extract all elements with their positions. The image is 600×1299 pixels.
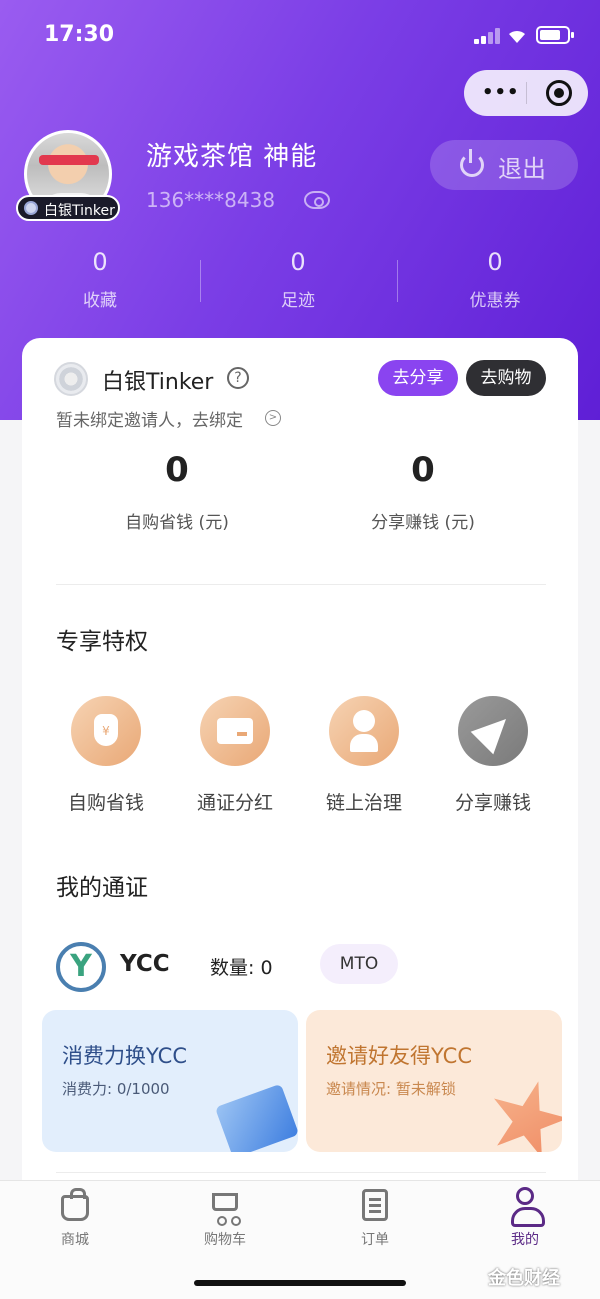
status-time: 17:30 (44, 22, 115, 47)
stat-label: 足迹 (281, 291, 315, 311)
close-target-icon[interactable] (546, 80, 572, 106)
star-icon (479, 1071, 562, 1152)
order-doc-icon (362, 1189, 388, 1221)
perk-token-dividend[interactable]: 通证分红 (180, 696, 290, 815)
bag-icon (61, 1188, 89, 1221)
logout-label: 退出 (498, 155, 546, 183)
promo-subtitle: 邀请情况: 暂未解锁 (326, 1080, 456, 1098)
watermark: 金色财经 (488, 1268, 560, 1289)
stat-footprints[interactable]: 0 足迹 (238, 248, 358, 311)
stat-value: 0 (290, 248, 306, 276)
stat-value: 0 (92, 248, 108, 276)
token-name: YCC (120, 951, 170, 977)
tab-label: 商城 (61, 1232, 89, 1248)
promo-title: 邀请好友得YCC (326, 1044, 473, 1068)
perk-label: 链上治理 (325, 792, 402, 814)
stat-label: 优惠券 (469, 291, 521, 311)
perk-label: 通证分红 (196, 792, 273, 814)
person-icon (350, 710, 378, 752)
member-card: 白银Tinker ? 去分享 去购物 暂未绑定邀请人，去绑定 > 0 自购省钱 … (22, 338, 578, 1298)
share-button[interactable]: 去分享 (378, 360, 458, 396)
user-icon (511, 1187, 545, 1227)
tab-orders[interactable]: 订单 (325, 1187, 425, 1249)
tab-mine[interactable]: 我的 (475, 1187, 575, 1249)
gem-icon (24, 201, 38, 215)
more-icon[interactable]: ••• (482, 82, 520, 103)
tab-cart[interactable]: 购物车 (175, 1187, 275, 1249)
level-badge: 白银Tinker (16, 195, 120, 221)
perk-label: 分享赚钱 (454, 792, 531, 814)
silver-medal-icon (54, 362, 88, 396)
username: 游戏茶馆 神能 (146, 142, 318, 172)
stat-favorites[interactable]: 0 收藏 (40, 248, 160, 311)
perk-circle (200, 696, 270, 766)
stats-divider (397, 260, 398, 302)
send-icon (470, 707, 518, 755)
savings-value: 0 (165, 450, 189, 490)
token-quantity: 数量: 0 (210, 957, 273, 979)
bind-inviter-link[interactable]: 暂未绑定邀请人，去绑定 (56, 406, 243, 431)
promo-invite-friends[interactable]: 邀请好友得YCC 邀请情况: 暂未解锁 (306, 1010, 562, 1152)
tab-label: 我的 (511, 1232, 539, 1248)
stat-label: 收藏 (83, 291, 117, 311)
avatar-headband (39, 155, 99, 165)
wifi-icon (509, 30, 525, 43)
chevron-right-icon[interactable]: > (265, 410, 281, 426)
mto-tag[interactable]: MTO (320, 944, 398, 984)
stats-row: 0 收藏 0 足迹 0 优惠券 (0, 248, 600, 318)
tab-label: 购物车 (204, 1232, 246, 1248)
power-icon (460, 149, 484, 177)
miniprogram-capsule: ••• (464, 70, 588, 116)
perk-label: 自购省钱 (67, 792, 144, 814)
self-savings: 0 自购省钱 (元) (52, 450, 302, 533)
logout-button[interactable]: 退出 (430, 140, 578, 190)
divider (56, 584, 546, 585)
home-indicator[interactable] (194, 1280, 406, 1286)
promo-title: 消费力换YCC (62, 1044, 188, 1068)
eye-icon[interactable] (304, 191, 330, 209)
share-earnings: 0 分享赚钱 (元) (298, 450, 548, 533)
cart-icon (212, 1193, 238, 1226)
perk-circle: ¥ (71, 696, 141, 766)
signal-icon (474, 28, 502, 44)
perk-self-savings[interactable]: ¥ 自购省钱 (51, 696, 161, 815)
earnings-label: 分享赚钱 (元) (371, 513, 475, 533)
stat-coupons[interactable]: 0 优惠券 (435, 248, 555, 311)
help-icon[interactable]: ? (227, 367, 249, 389)
promo-exchange-ycc[interactable]: 消费力换YCC 消费力: 0/1000 (42, 1010, 298, 1152)
capsule-divider (526, 82, 527, 104)
ycc-logo-icon: Y (56, 942, 106, 992)
earnings-value: 0 (411, 450, 435, 490)
phone-number: 136****8438 (146, 188, 276, 212)
savings-label: 自购省钱 (元) (125, 513, 229, 533)
perk-circle (458, 696, 528, 766)
perk-circle (329, 696, 399, 766)
tab-mall[interactable]: 商城 (25, 1187, 125, 1249)
privileges-title: 专享特权 (56, 629, 148, 655)
perk-onchain-governance[interactable]: 链上治理 (309, 696, 419, 815)
battery-icon (536, 26, 574, 44)
promo-subtitle: 消费力: 0/1000 (62, 1080, 170, 1098)
shop-button[interactable]: 去购物 (466, 360, 546, 396)
tokens-title: 我的通证 (56, 875, 148, 901)
envelope-icon (214, 1083, 298, 1152)
level-badge-label: 白银Tinker (44, 203, 115, 219)
stats-divider (200, 260, 201, 302)
tab-label: 订单 (361, 1232, 389, 1248)
card-icon (217, 718, 253, 744)
member-level-name: 白银Tinker (102, 370, 214, 395)
divider (56, 1172, 546, 1173)
perk-share-earn[interactable]: 分享赚钱 (438, 696, 548, 815)
money-bag-icon: ¥ (94, 714, 118, 746)
stat-value: 0 (487, 248, 503, 276)
status-bar: 17:30 (0, 20, 600, 52)
